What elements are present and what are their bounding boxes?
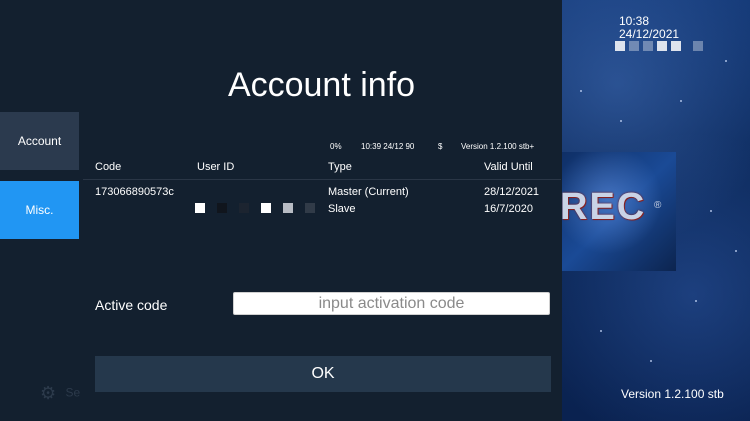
sidebar-item-label: Misc. [25,203,54,217]
ok-button-label: OK [311,365,335,382]
banner-text: REC [562,186,647,228]
settings-button[interactable]: ⚙ Se [40,383,80,404]
settings-label: Se [65,385,81,400]
column-header-code: Code [95,161,122,173]
gear-icon: ⚙ [40,383,57,403]
status-currency: $ [438,142,443,151]
sidebar-item-account[interactable]: Account [0,112,79,170]
row2-type: Slave [328,203,356,215]
row1-valid-until: 28/12/2021 [484,186,540,198]
app-version: Version 1.2.100 stb [621,387,724,401]
page-title: Account info [227,66,416,104]
sidebar-item-misc[interactable]: Misc. [0,181,79,239]
banner-reg-mark: ® [654,200,662,211]
active-code-label: Active code [95,297,168,313]
column-header-valid-until: Valid Until [484,161,533,173]
status-datetime: 10:39 24/12 90 [361,142,415,151]
row1-code: 173066890573c [95,186,174,198]
masked-header-info [615,41,703,51]
clock-date: 24/12/2021 [619,27,680,41]
column-header-user-id: User ID [197,161,235,173]
sidebar-item-label: Account [17,134,62,148]
column-header-type: Type [328,161,352,173]
activation-code-input[interactable]: input activation code [233,292,550,315]
clock: 10:38 24/12/2021 [619,15,679,41]
masked-user-id [195,203,315,213]
account-info-dialog: Account info Account Misc. ⚙ Se 0% 10:39… [0,0,562,421]
status-version: Version 1.2.100 stb+ [461,142,535,151]
status-percent: 0% [330,142,342,151]
activation-code-placeholder: input activation code [318,294,465,312]
row2-valid-until: 16/7/2020 [484,203,533,215]
row1-type: Master (Current) [328,186,409,198]
banner-image: REC ® [562,152,676,271]
table-divider [83,179,561,180]
ok-button[interactable]: OK [95,356,551,392]
